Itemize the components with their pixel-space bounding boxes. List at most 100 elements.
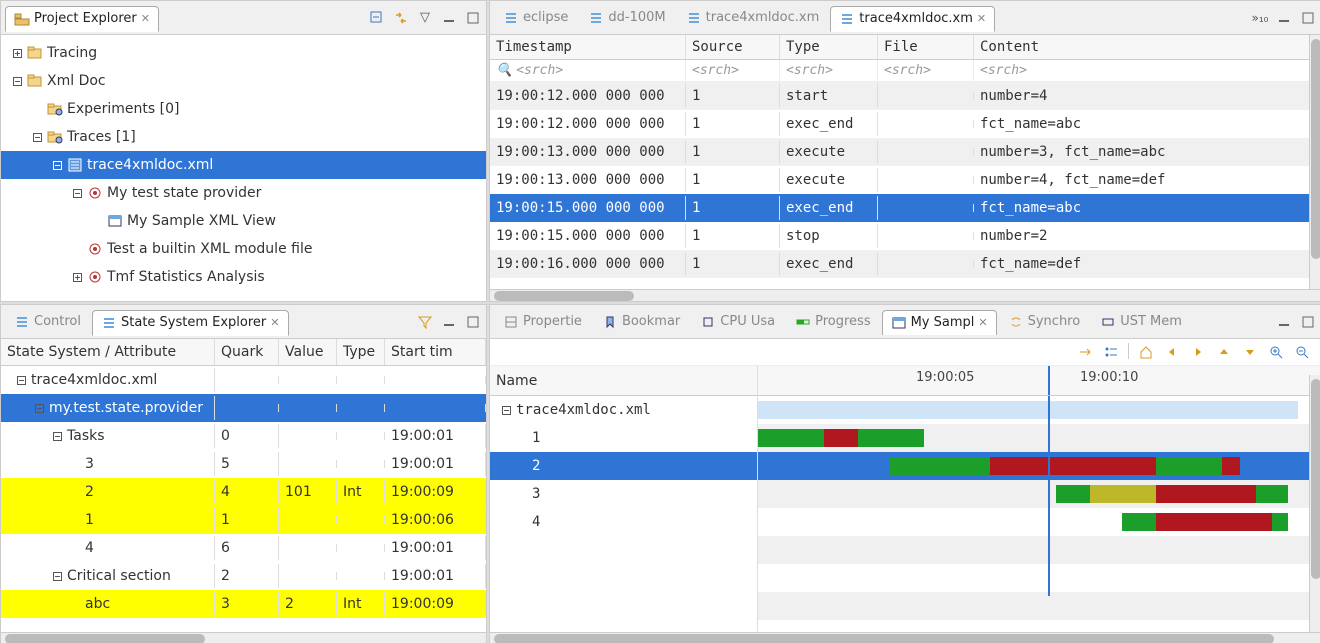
tree-toggle[interactable] [71,187,83,199]
event-row[interactable]: 19:00:13.000 000 0001executenumber=3, fc… [490,138,1320,166]
gantt-row[interactable] [758,452,1320,480]
col-attribute[interactable]: State System / Attribute [1,339,215,365]
timeline-tab[interactable]: Synchro [999,309,1090,335]
tree-toggle[interactable] [15,374,27,386]
editor-tab[interactable]: trace4xmldoc.xm✕ [830,6,995,32]
tree-toggle[interactable] [516,488,528,500]
gantt-bar[interactable] [858,429,924,447]
filter-button[interactable] [416,313,434,331]
timeline-row[interactable]: 1 [490,424,757,452]
timeline-row[interactable]: 3 [490,480,757,508]
tree-item[interactable]: Traces [1] [1,123,486,151]
close-icon[interactable]: ✕ [141,12,150,25]
timeline-row[interactable]: 4 [490,508,757,536]
editor-tab[interactable]: dd-100M [579,5,674,31]
minimize-button[interactable] [1275,9,1293,27]
view-menu-button[interactable]: ▽ [416,9,434,27]
state-row[interactable]: 1119:00:06 [1,506,486,534]
gantt-bar[interactable] [1122,513,1156,531]
search-icon[interactable]: 🔍 [496,63,512,78]
timeline-time-header[interactable]: 19:00:0519:00:10 [758,366,1320,396]
col-type[interactable]: Type [337,339,385,365]
timeline-tab[interactable]: CPU Usa [691,309,784,335]
event-row[interactable]: 19:00:12.000 000 0001startnumber=4 [490,82,1320,110]
tree-toggle[interactable] [31,131,43,143]
maximize-button[interactable] [464,9,482,27]
event-table-scrollbar-v[interactable] [1309,35,1320,289]
state-system-tab[interactable]: Control [5,309,90,335]
gantt-row[interactable] [758,424,1320,452]
gantt-bar[interactable] [824,429,858,447]
gantt-bar[interactable] [890,457,990,475]
tree-toggle[interactable] [516,432,528,444]
gantt-row[interactable] [758,480,1320,508]
tree-toggle[interactable] [51,159,63,171]
gantt-bar[interactable] [1156,513,1272,531]
project-explorer-tab[interactable]: Project Explorer ✕ [5,6,159,32]
tree-toggle[interactable] [69,542,81,554]
state-row[interactable]: 4619:00:01 [1,534,486,562]
prev-button[interactable] [1163,343,1181,361]
link-editor-button[interactable] [392,9,410,27]
time-cursor[interactable] [1048,396,1050,596]
col-start[interactable]: Start tim [385,339,486,365]
state-row[interactable]: abc32Int19:00:09 [1,590,486,618]
zoom-out-button[interactable] [1293,343,1311,361]
close-icon[interactable]: ✕ [270,316,279,329]
timeline-tab[interactable]: Propertie [494,309,591,335]
event-row[interactable]: 19:00:13.000 000 0001executenumber=4, fc… [490,166,1320,194]
tree-toggle[interactable] [71,243,83,255]
event-row[interactable]: 19:00:16.000 000 0001exec_endfct_name=de… [490,250,1320,278]
tree-item[interactable]: My test state provider [1,179,486,207]
tree-item[interactable]: Test a builtin XML module file [1,235,486,263]
tree-toggle[interactable] [51,570,63,582]
tree-toggle[interactable] [69,458,81,470]
tree-toggle[interactable] [516,516,528,528]
gantt-bar[interactable] [1056,485,1090,503]
col-quark[interactable]: Quark [215,339,279,365]
event-row[interactable]: 19:00:15.000 000 0001exec_endfct_name=ab… [490,194,1320,222]
tree-toggle[interactable] [69,598,81,610]
tree-toggle[interactable] [69,486,81,498]
search-content[interactable]: <srch> [974,60,1320,81]
state-row[interactable]: Tasks019:00:01 [1,422,486,450]
gantt-bar[interactable] [758,401,1298,419]
timeline-gantt[interactable]: 19:00:0519:00:10 [758,366,1320,632]
show-legend-button[interactable] [1102,343,1120,361]
tree-toggle[interactable] [500,404,512,416]
maximize-button[interactable] [1299,313,1317,331]
tree-toggle[interactable] [69,514,81,526]
close-icon[interactable]: ✕ [977,12,986,25]
maximize-button[interactable] [1299,9,1317,27]
tree-toggle[interactable] [91,215,103,227]
gantt-bar[interactable] [1272,513,1288,531]
tree-toggle[interactable] [516,460,528,472]
state-row[interactable]: 24101Int19:00:09 [1,478,486,506]
maximize-button[interactable] [464,313,482,331]
gantt-bar[interactable] [758,429,824,447]
align-button[interactable] [1076,343,1094,361]
state-row[interactable]: my.test.state.provider [1,394,486,422]
state-system-tab[interactable]: State System Explorer✕ [92,310,289,336]
tree-item[interactable]: Tracing [1,39,486,67]
timeline-row[interactable]: 2 [490,452,757,480]
gantt-row[interactable] [758,508,1320,536]
gantt-bar[interactable] [1090,485,1156,503]
tree-toggle[interactable] [11,47,23,59]
search-file[interactable]: <srch> [878,60,974,81]
tree-item[interactable]: Experiments [0] [1,95,486,123]
timeline-tab[interactable]: My Sampl✕ [882,310,997,335]
editor-tab[interactable]: eclipse [494,5,577,31]
event-row[interactable]: 19:00:12.000 000 0001exec_endfct_name=ab… [490,110,1320,138]
gantt-bar[interactable] [1156,457,1222,475]
tree-toggle[interactable] [11,75,23,87]
timeline-tab[interactable]: Bookmar [593,309,689,335]
up-button[interactable] [1215,343,1233,361]
zoom-in-button[interactable] [1267,343,1285,361]
gantt-bar[interactable] [1256,485,1288,503]
timeline-scrollbar-h[interactable] [490,632,1320,643]
event-row[interactable]: 19:00:15.000 000 0001stopnumber=2 [490,222,1320,250]
state-row[interactable]: Critical section219:00:01 [1,562,486,590]
minimize-button[interactable] [440,9,458,27]
gantt-bar[interactable] [1156,485,1256,503]
